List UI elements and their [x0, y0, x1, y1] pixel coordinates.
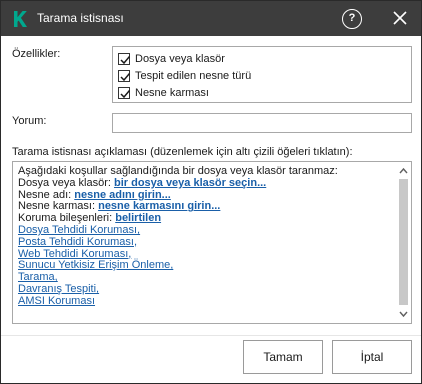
title-bar: Tarama istisnası ? — [1, 1, 421, 36]
object-label: Nesne adı: — [18, 188, 75, 201]
properties-list: Dosya veya klasör Tespit edilen nesne tü… — [112, 46, 412, 103]
component-link[interactable]: Posta Tehdidi Koruması, — [18, 236, 137, 248]
property-object-hash[interactable]: Nesne karması — [118, 85, 209, 101]
window-title: Tarama istisnası — [37, 11, 124, 25]
comment-label: Yorum: — [12, 115, 47, 127]
scroll-up-arrow-icon[interactable] — [396, 164, 411, 178]
comment-input[interactable] — [112, 113, 412, 133]
kaspersky-k-icon — [14, 11, 27, 27]
detected-object-type-checkbox[interactable] — [118, 70, 131, 82]
description-label: Tarama istisnası açıklaması (düzenlemek … — [12, 146, 353, 158]
component-link[interactable]: Dosya Tehdidi Koruması, — [18, 224, 140, 236]
ok-button[interactable]: Tamam — [243, 340, 323, 374]
property-label: Dosya veya klasör — [135, 53, 225, 65]
file-or-folder-checkbox[interactable] — [118, 53, 131, 65]
object-name-link[interactable]: nesne adını girin... — [74, 189, 171, 201]
file-label: Dosya veya klasör: — [18, 176, 114, 189]
component-link[interactable]: Sunucu Yetkisiz Erişim Önleme, — [18, 259, 173, 271]
components-link[interactable]: belirtilen — [115, 212, 161, 224]
component-link[interactable]: AMSI Koruması — [18, 295, 95, 307]
component-link[interactable]: Tarama, — [18, 271, 58, 283]
properties-label: Özellikler: — [12, 48, 61, 60]
description-panel: Aşağıdaki koşullar sağlandığında bir dos… — [12, 161, 412, 324]
component-link[interactable]: Web Tehdidi Koruması, — [18, 248, 131, 260]
object-hash-link[interactable]: nesne karmasını girin... — [98, 200, 220, 212]
property-file-or-folder[interactable]: Dosya veya klasör — [118, 51, 225, 67]
property-label: Tespit edilen nesne türü — [135, 70, 252, 82]
help-icon[interactable]: ? — [342, 9, 362, 29]
hash-label: Nesne karması: — [18, 200, 99, 213]
scrollbar-thumb[interactable] — [399, 179, 408, 305]
vertical-scrollbar[interactable] — [396, 162, 411, 323]
object-hash-checkbox[interactable] — [118, 87, 131, 99]
description-content: Aşağıdaki koşullar sağlandığında bir dos… — [18, 165, 393, 308]
scroll-down-arrow-icon[interactable] — [396, 307, 411, 321]
component-link[interactable]: Davranış Tespiti, — [18, 283, 99, 295]
cancel-button[interactable]: İptal — [332, 340, 412, 374]
file-link[interactable]: bir dosya veya klasör seçin... — [114, 177, 266, 189]
footer-divider — [1, 335, 421, 336]
components-label: Koruma bileşenleri: — [18, 212, 116, 225]
close-icon[interactable] — [391, 9, 409, 27]
dialog-window: Tarama istisnası ? Özellikler: Dosya vey… — [0, 0, 422, 384]
property-label: Nesne karması — [135, 87, 209, 99]
property-detected-object-type[interactable]: Tespit edilen nesne türü — [118, 68, 251, 84]
